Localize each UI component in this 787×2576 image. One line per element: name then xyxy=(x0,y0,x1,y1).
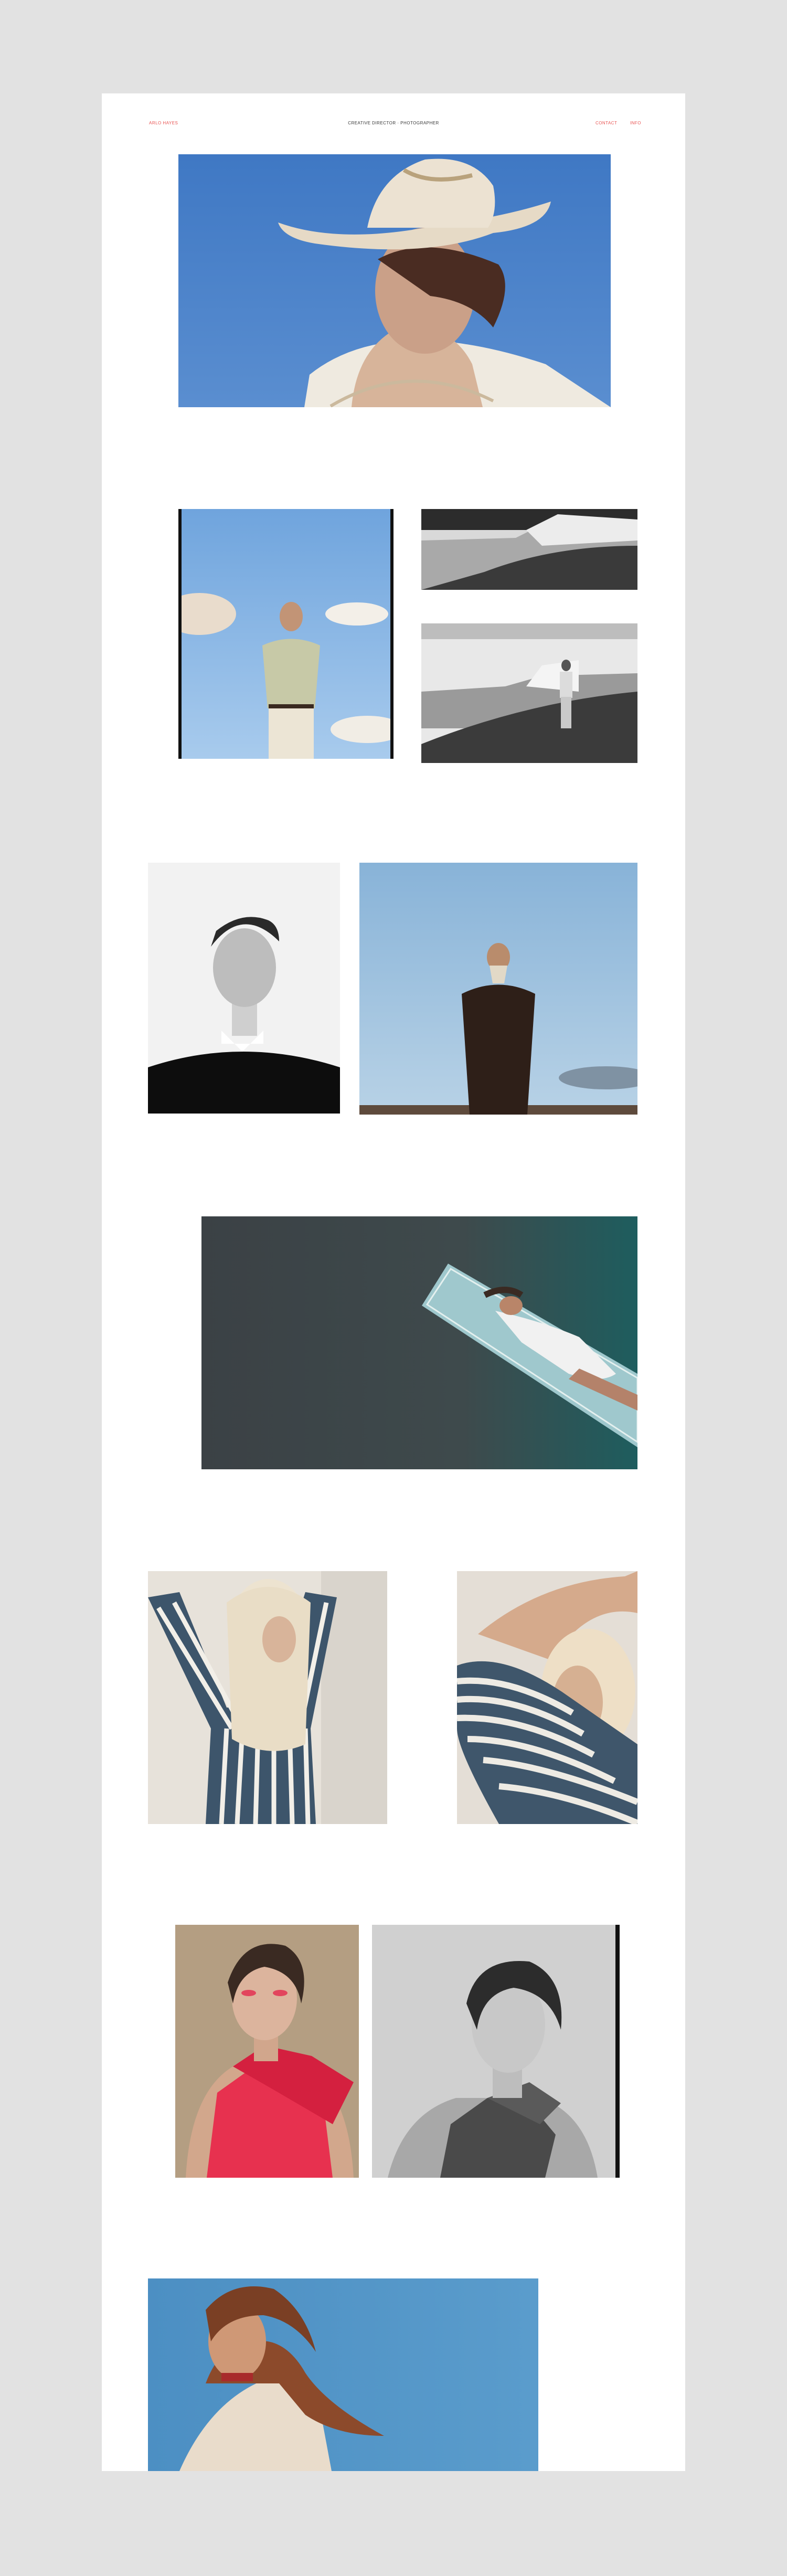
photo-icon xyxy=(421,623,637,763)
photo-icon xyxy=(175,1925,359,2178)
photo-coastal-cliffs[interactable] xyxy=(421,509,637,590)
photo-bw-portrait-man[interactable] xyxy=(148,863,340,1114)
photo-icon xyxy=(372,1925,620,2178)
photo-icon xyxy=(148,2278,538,2471)
photo-red-hair-fringe[interactable] xyxy=(148,2278,538,2471)
photo-icon xyxy=(148,1571,387,1824)
photo-man-sky[interactable] xyxy=(178,509,393,759)
nav-contact-link[interactable]: Contact xyxy=(595,121,617,125)
nav-info-link[interactable]: Info xyxy=(630,121,641,125)
photo-red-bow-portrait[interactable] xyxy=(175,1925,359,2178)
portfolio-sheet: Arlo Hayes Creative Director · Photograp… xyxy=(102,93,685,2471)
photo-icon xyxy=(421,509,637,590)
photo-icon xyxy=(457,1571,637,1824)
photo-pool-lounger[interactable] xyxy=(201,1216,637,1469)
photo-striped-shirt-closeup[interactable] xyxy=(457,1571,637,1824)
photo-man-sweater-sky[interactable] xyxy=(359,863,637,1115)
photo-cowboy-hat-portrait[interactable] xyxy=(178,154,611,407)
photo-icon xyxy=(148,863,340,1114)
photo-striped-shirt-blonde[interactable] xyxy=(148,1571,387,1824)
photo-icon xyxy=(359,863,637,1115)
photo-man-on-cliffs[interactable] xyxy=(421,623,637,763)
header-nav: Contact Info xyxy=(584,121,641,125)
photo-icon xyxy=(178,154,611,407)
photo-icon xyxy=(201,1216,637,1469)
photo-icon xyxy=(178,509,393,759)
photo-bw-bow-portrait[interactable] xyxy=(372,1925,620,2178)
